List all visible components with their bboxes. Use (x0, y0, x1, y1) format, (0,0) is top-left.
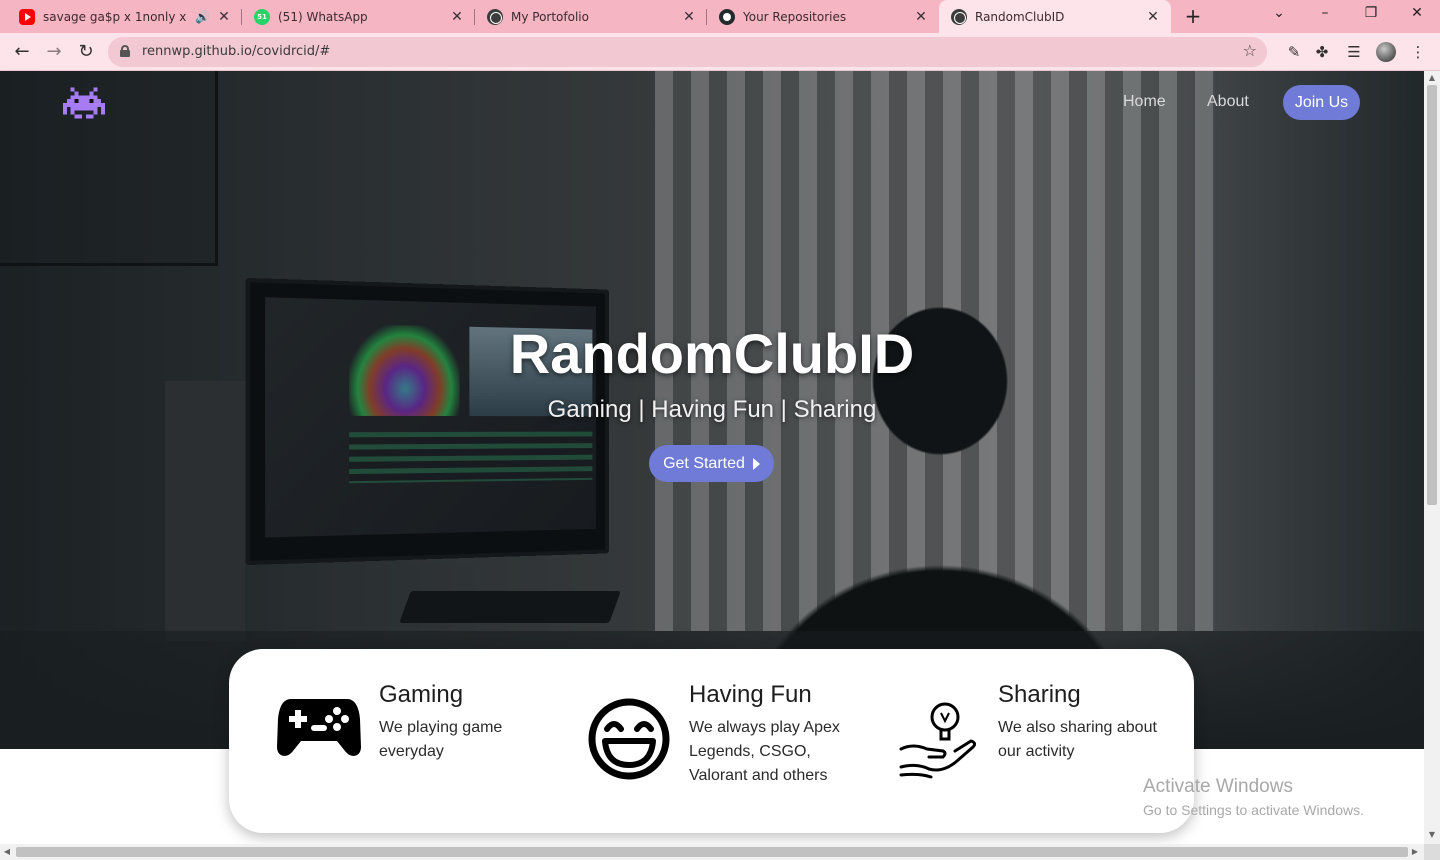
page-viewport: Home About Join Us RandomClubID Gaming |… (0, 71, 1424, 844)
restore-icon[interactable]: ❐ (1360, 5, 1382, 21)
watermark-line-1: Activate Windows (1143, 776, 1293, 797)
tab-title: (51) WhatsApp (278, 9, 368, 24)
window-close-icon[interactable]: ✕ (1406, 5, 1428, 21)
tab-whatsapp[interactable]: 51 (51) WhatsApp ✕ (242, 0, 475, 33)
feature-title: Gaming (379, 681, 464, 708)
space-invader-icon[interactable] (63, 85, 105, 121)
lock-icon[interactable] (120, 45, 130, 57)
horizontal-scroll-thumb[interactable] (16, 847, 1408, 857)
tab-repositories[interactable]: Your Repositories ✕ (707, 0, 939, 33)
close-icon[interactable]: ✕ (1145, 9, 1161, 25)
tab-title: My Portofolio (511, 9, 589, 24)
tab-youtube[interactable]: savage ga$p x 1nonly x lilbu 🔊 ✕ (0, 0, 242, 33)
features-card: Gaming We playing game everyday Having F… (229, 649, 1194, 833)
tab-strip: savage ga$p x 1nonly x lilbu 🔊 ✕ 51 (51)… (0, 0, 1440, 33)
hero-section: Home About Join Us RandomClubID Gaming |… (0, 71, 1424, 749)
youtube-icon (19, 8, 35, 25)
forward-arrow-icon[interactable]: → (42, 41, 66, 63)
browser-toolbar: ← → ↻ rennwp.github.io/covidrcid/# ☆ ✎ ✤… (0, 33, 1440, 71)
get-started-button[interactable]: Get Started (649, 445, 774, 482)
scroll-down-icon[interactable]: ▼ (1427, 830, 1437, 840)
vertical-scrollbar[interactable]: ▲ ▼ (1424, 71, 1440, 844)
tab-title: RandomClubID (975, 9, 1065, 24)
new-tab-button[interactable]: + (1183, 6, 1203, 26)
feature-text: We also sharing about our activity (998, 719, 1157, 760)
back-arrow-icon[interactable]: ← (10, 41, 34, 63)
extension-pen-icon[interactable]: ✎ (1284, 42, 1304, 62)
speaker-icon[interactable]: 🔊 (195, 10, 210, 24)
tab-title: Your Repositories (743, 9, 847, 24)
tab-randomclubid[interactable]: RandomClubID ✕ (939, 0, 1171, 33)
address-bar[interactable]: rennwp.github.io/covidrcid/# ☆ (108, 37, 1267, 67)
scroll-right-icon[interactable]: ▶ (1410, 847, 1420, 857)
feature-title: Having Fun (689, 681, 812, 708)
close-icon[interactable]: ✕ (216, 9, 232, 25)
url-text[interactable]: rennwp.github.io/covidrcid/# (142, 44, 330, 59)
caret-right-icon (752, 457, 760, 470)
bookmark-star-icon[interactable]: ☆ (1243, 41, 1257, 60)
tab-title: savage ga$p x 1nonly x lilbu (43, 9, 191, 24)
feature-text: We playing game everyday (379, 719, 503, 760)
feature-gaming: Gaming We playing game everyday (229, 649, 549, 833)
windows-activation-watermark: Activate Windows Go to Settings to activ… (1143, 776, 1364, 818)
idea-hand-icon (899, 702, 977, 779)
github-icon (719, 8, 735, 25)
feature-text: We always play Apex Legends, CSGO, Valor… (689, 719, 840, 784)
tab-portfolio[interactable]: My Portofolio ✕ (475, 0, 707, 33)
laughing-face-icon (588, 698, 670, 780)
reload-icon[interactable]: ↻ (74, 41, 98, 63)
globe-icon (951, 8, 967, 25)
join-us-button[interactable]: Join Us (1283, 85, 1360, 120)
globe-icon (487, 8, 503, 25)
scroll-left-icon[interactable]: ◀ (2, 847, 12, 857)
feature-having-fun: Having Fun We always play Apex Legends, … (549, 649, 869, 833)
hero-title: RandomClubID (509, 322, 915, 385)
whatsapp-icon: 51 (254, 8, 270, 25)
nav-home-link[interactable]: Home (1123, 93, 1166, 111)
watermark-line-2: Go to Settings to activate Windows. (1143, 802, 1364, 818)
horizontal-scrollbar[interactable]: ◀ ▶ (0, 844, 1424, 860)
nav-about-link[interactable]: About (1207, 93, 1249, 111)
close-icon[interactable]: ✕ (449, 9, 465, 25)
close-icon[interactable]: ✕ (913, 9, 929, 25)
scroll-up-icon[interactable]: ▲ (1427, 73, 1437, 83)
hero-subtitle: Gaming | Having Fun | Sharing (547, 396, 877, 423)
profile-avatar[interactable] (1376, 42, 1396, 62)
reading-list-icon[interactable]: ☰ (1344, 42, 1364, 62)
gamepad-icon (277, 699, 361, 756)
close-icon[interactable]: ✕ (681, 9, 697, 25)
vertical-scroll-thumb[interactable] (1427, 85, 1437, 505)
menu-dots-icon[interactable]: ⋮ (1408, 42, 1428, 62)
puzzle-icon[interactable]: ✤ (1312, 42, 1332, 62)
get-started-label: Get Started (663, 454, 745, 472)
minimize-icon[interactable]: – (1314, 5, 1336, 21)
tab-search-icon[interactable]: ⌄ (1268, 5, 1290, 21)
feature-title: Sharing (998, 681, 1081, 708)
scrollbar-corner (1424, 844, 1440, 860)
